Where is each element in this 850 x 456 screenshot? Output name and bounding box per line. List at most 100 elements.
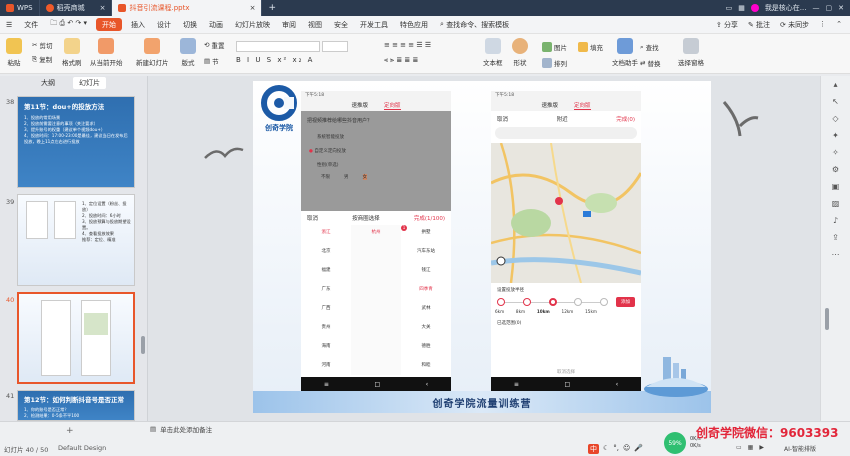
textbox-button[interactable]: 文本框 — [483, 38, 503, 67]
quick-icons[interactable]: 🗀 ⎙ ↶ ↷ ▾ — [44, 16, 93, 34]
rail-settings-icon[interactable]: ⚙ — [832, 165, 839, 174]
menu-home[interactable]: 开始 — [96, 18, 123, 31]
minimize-icon[interactable]: — — [813, 4, 820, 12]
format-painter-button[interactable]: 格式刷 — [62, 38, 82, 67]
monitor-icon[interactable]: ▭ — [726, 4, 733, 12]
menu-features[interactable]: 特色应用 — [394, 16, 434, 34]
ai-layout-button[interactable]: AI-智能排版 — [784, 444, 816, 453]
menu-developer[interactable]: 开发工具 — [354, 16, 394, 34]
rail-cursor-icon[interactable]: ↖ — [832, 97, 839, 106]
rail-share-icon[interactable]: ⇪ — [832, 233, 839, 242]
canvas-scrollbar[interactable] — [825, 308, 829, 330]
district-item[interactable]: 钱江 — [422, 267, 431, 273]
find-button[interactable]: ⌕ 查找 — [640, 42, 659, 53]
tab-pptx[interactable]: 抖音引流课程.pptx × — [112, 0, 263, 16]
rail-layers-icon[interactable]: ▣ — [832, 182, 840, 191]
option-custom[interactable]: ● 自定义定向投放 — [307, 148, 445, 154]
slide[interactable]: 创奇学院 下午5:18 速推版 定向版 把视频推荐给哪些抖音用户？ 系统智能投放… — [253, 81, 711, 413]
new-slide-button[interactable]: 新建幻灯片 — [136, 38, 169, 67]
province-item[interactable]: 广东 — [322, 286, 331, 292]
cancel-button[interactable]: 取消 — [497, 115, 508, 123]
rail-style-icon[interactable]: ✦ — [832, 131, 839, 140]
shape-button[interactable]: 形状 — [512, 38, 528, 67]
arrange-button[interactable]: 排列 — [542, 58, 567, 68]
close-icon[interactable]: ✕ — [838, 4, 844, 12]
theme-name[interactable]: Default Design — [58, 444, 106, 452]
province-item[interactable]: 北京 — [322, 248, 331, 254]
rail-animation-icon[interactable]: ✧ — [832, 148, 839, 157]
menu-security[interactable]: 安全 — [328, 16, 354, 34]
province-item[interactable]: 河南 — [322, 362, 331, 368]
command-search[interactable]: ⌕ 查找命令、搜索模板 — [434, 16, 515, 34]
province-item[interactable]: 海南 — [322, 343, 331, 349]
section-button[interactable]: ▤ 节 — [204, 56, 219, 66]
deselect-button[interactable]: 取消选择 — [491, 369, 641, 375]
tab-slides[interactable]: 幻灯片 — [73, 77, 106, 89]
emoji-icon[interactable]: ☺ — [623, 444, 630, 454]
province-item[interactable]: 广西 — [322, 305, 331, 311]
panel-scrollbar[interactable] — [141, 336, 145, 354]
tab-outline[interactable]: 大纲 — [41, 78, 55, 88]
district-item[interactable]: 德胜 — [422, 343, 431, 349]
menu-hamburger-icon[interactable]: ☰ — [0, 16, 18, 34]
slide-thumbnail-40-active[interactable] — [17, 292, 135, 384]
rail-scroll-up-icon[interactable]: ▴ — [833, 80, 837, 89]
select-pane-button[interactable]: 选择窗格 — [678, 38, 704, 67]
district-item[interactable]: 汽车东站 — [417, 248, 435, 254]
moon-icon[interactable]: ☾ — [603, 444, 609, 454]
maximize-icon[interactable]: ▢ — [826, 4, 833, 12]
province-item[interactable]: 福建 — [322, 267, 331, 273]
play-icon[interactable]: ▶ — [759, 444, 764, 451]
radius-stop[interactable] — [600, 298, 608, 306]
radius-stop[interactable] — [497, 298, 505, 306]
more-icon[interactable]: ⋮ — [819, 20, 826, 30]
rail-more-icon[interactable]: ⋯ — [832, 250, 840, 259]
menu-transition[interactable]: 切换 — [177, 16, 203, 34]
align-row[interactable]: ⫷ ⫸ ≣ ≣ ≣ — [384, 56, 474, 67]
font-name-select[interactable] — [236, 41, 320, 52]
menu-insert[interactable]: 插入 — [125, 16, 151, 34]
tab-docer[interactable]: 稻壳商城 × — [40, 0, 113, 16]
slide-thumbnail-41[interactable]: 第12节：如何判断抖音号是否正常 1、你的账号是否正常？ 2、检测结果：0-5条… — [17, 390, 135, 421]
gender-any[interactable]: 不限 — [321, 174, 330, 180]
mic-icon[interactable]: 🎤 — [634, 444, 643, 454]
sorter-view-icon[interactable]: ▦ — [748, 444, 754, 451]
menu-design[interactable]: 设计 — [151, 16, 177, 34]
comment-button[interactable]: ✎ 批注 — [748, 20, 770, 30]
menu-file[interactable]: 文件 — [18, 16, 44, 34]
district-item[interactable]: 拱墅 — [422, 229, 431, 235]
from-current-button[interactable]: 从当前开始 — [90, 38, 123, 67]
tab-targeted[interactable]: 定向版 — [574, 101, 591, 110]
font-size-select[interactable] — [322, 41, 348, 52]
district-item[interactable]: 大关 — [422, 324, 431, 330]
fill-button[interactable]: 填充 — [578, 42, 603, 52]
punct-icon[interactable]: °, — [613, 444, 619, 454]
menu-view[interactable]: 视图 — [302, 16, 328, 34]
picker-cancel-button[interactable]: 取消 — [307, 214, 318, 222]
share-button[interactable]: ⇪ 分享 — [716, 20, 738, 30]
province-item[interactable]: 贵州 — [322, 324, 331, 330]
gender-male[interactable]: 男 — [344, 174, 349, 180]
cut-button[interactable]: ✂ 剪切 — [32, 40, 52, 50]
option-system[interactable]: 系统智能投放 — [307, 134, 445, 140]
tab-close-icon[interactable]: × — [100, 4, 106, 12]
add-slide-button[interactable]: + — [66, 426, 74, 436]
menu-review[interactable]: 审阅 — [276, 16, 302, 34]
picker-done-button[interactable]: 完成(1/100) — [414, 214, 445, 222]
layout-button[interactable]: 版式 — [180, 38, 196, 67]
tab-close-icon[interactable]: × — [250, 4, 256, 12]
province-item[interactable]: 浙江 — [322, 229, 331, 235]
paste-button[interactable]: 粘贴 — [6, 38, 22, 67]
tab-wps[interactable]: WPS — [0, 0, 40, 16]
tab-quick[interactable]: 速推版 — [351, 101, 368, 109]
menu-slideshow[interactable]: 幻灯片放映 — [229, 16, 276, 34]
map-view[interactable] — [491, 143, 641, 283]
slide-thumbnail-39[interactable]: 1、定位设置（粉丝、投放） 2、投放时间：6小时 3、投放预算与投放期望设置。 … — [17, 194, 135, 286]
rail-shape-icon[interactable]: ◇ — [832, 114, 838, 123]
menu-icon[interactable]: ≡ — [514, 381, 519, 388]
done-button[interactable]: 完成(0) — [616, 115, 635, 123]
back-icon[interactable]: ‹ — [616, 381, 618, 388]
menu-icon[interactable]: ≡ — [324, 381, 329, 388]
gender-female[interactable]: 女 — [362, 174, 367, 180]
radius-stop-selected[interactable] — [548, 298, 557, 306]
